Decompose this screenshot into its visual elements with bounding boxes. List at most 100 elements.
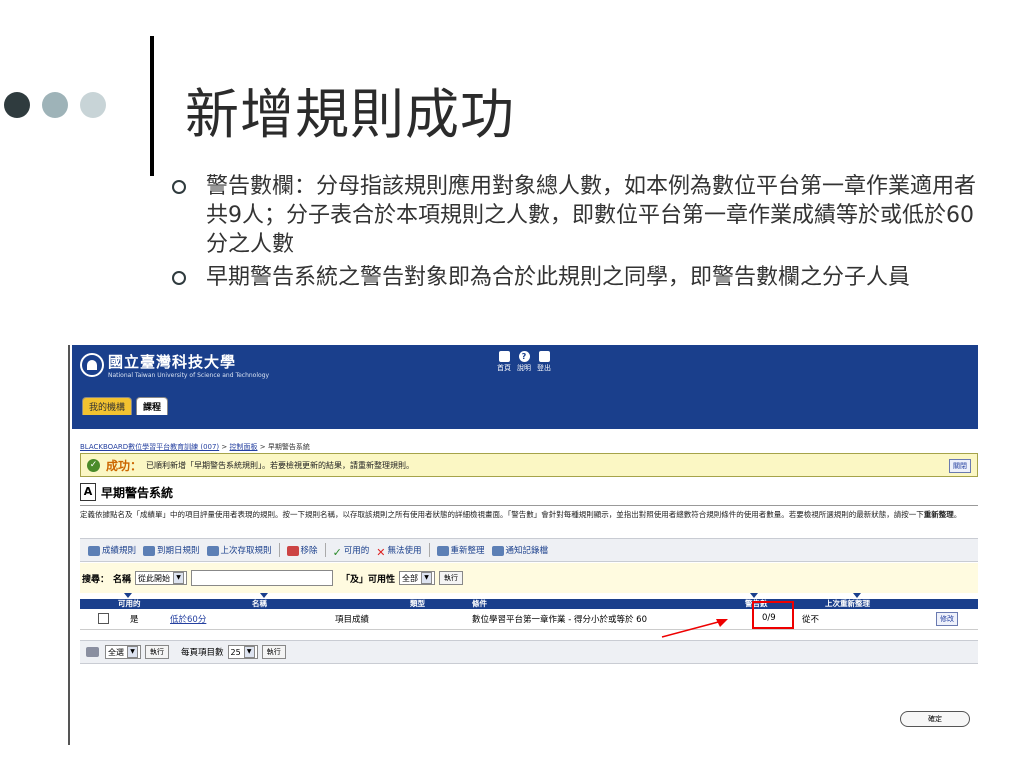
tab-courses[interactable]: 課程 xyxy=(136,397,169,415)
dot-light xyxy=(80,92,106,118)
cell-last-refresh: 從不 xyxy=(802,615,820,625)
dot-dark xyxy=(4,92,30,118)
col-last-refresh[interactable]: 上次重新整理 xyxy=(825,599,870,609)
breadcrumb: BLACKBOARD數位學習平台教育訓練 (007) > 控制面板 > 早期警告… xyxy=(80,443,310,451)
search-go-button[interactable]: 執行 xyxy=(439,571,464,585)
blackboard-screenshot: 國立臺灣科技大學 National Taiwan University of S… xyxy=(68,345,980,745)
grade-rule-button[interactable]: 成績規則 xyxy=(88,544,136,556)
red-arrow-icon xyxy=(661,619,728,638)
col-name[interactable]: 名稱 xyxy=(252,599,267,609)
home-icon xyxy=(498,351,510,362)
search-input[interactable] xyxy=(191,570,334,586)
chevron-down-icon: ▼ xyxy=(127,646,138,658)
bullet-ring-icon xyxy=(172,271,186,285)
availability-select[interactable]: 全部 ▼ xyxy=(399,571,436,585)
grade-rule-icon xyxy=(88,545,100,556)
remove-button[interactable]: 移除 xyxy=(286,544,318,556)
slide-title: 新增規則成功 xyxy=(185,83,515,146)
bottom-toolbar: 全選 ▼ 執行 每頁項目數 25 ▼ 執行 xyxy=(80,640,978,664)
x-icon: ✕ xyxy=(376,545,386,559)
refresh-button[interactable]: 重新整理 xyxy=(436,544,485,556)
sort-arrow-icon xyxy=(124,593,132,598)
per-page-go-button[interactable]: 執行 xyxy=(261,645,286,659)
breadcrumb-current: 早期警告系統 xyxy=(267,443,310,451)
cell-condition: 數位學習平台第一章作業 - 得分小於或等於 60 xyxy=(472,615,647,625)
bullet-item: 早期警告系統之警告對象即為合於此規則之同學，即警告數欄之分子人員 xyxy=(172,263,992,292)
success-banner: ✓ 成功： 已順利新增「早期警告系統規則」。若要檢視更新的結果，請重新整理規則。… xyxy=(80,453,978,477)
logo-emblem-icon xyxy=(80,353,104,377)
cell-type: 項目成績 xyxy=(335,615,370,625)
select-all-dropdown[interactable]: 全選 ▼ xyxy=(105,645,141,659)
success-label: 成功： xyxy=(106,458,143,473)
bullet-item: 警告數欄：分母指該規則應用對象總人數，如本例為數位平台第一章作業適用者共9人；分… xyxy=(172,172,992,259)
success-message: 已順利新增「早期警告系統規則」。若要檢視更新的結果，請重新整理規則。 xyxy=(146,460,415,470)
nav-help[interactable]: ? 說明 xyxy=(517,351,531,373)
toolbar-separator xyxy=(428,543,430,557)
due-date-rule-icon xyxy=(143,545,156,556)
search-operator-select[interactable]: 從此開始 ▼ xyxy=(135,571,188,585)
action-toolbar: 成績規則 到期日規則 上次存取規則 移除 ✓ 可用的 ✕ 無法使用 重新整理 通知記… xyxy=(80,538,978,562)
divider xyxy=(80,505,978,506)
col-available[interactable]: 可用的 xyxy=(118,599,141,609)
log-icon xyxy=(491,545,504,556)
nav-home[interactable]: 首頁 xyxy=(497,351,511,373)
checkmark-icon: ✓ xyxy=(332,545,342,559)
close-button[interactable]: 關閉 xyxy=(949,459,971,473)
decorative-dots xyxy=(4,92,106,118)
col-condition[interactable]: 條件 xyxy=(472,599,487,609)
edit-button[interactable]: 修改 xyxy=(936,612,958,626)
breadcrumb-control-panel[interactable]: 控制面板 xyxy=(230,443,258,451)
logo-english: National Taiwan University of Science an… xyxy=(108,372,270,379)
cell-available: 是 xyxy=(130,615,139,625)
chevron-down-icon: ▼ xyxy=(421,572,433,584)
toolbar-separator xyxy=(278,543,280,557)
select-arrow-icon xyxy=(86,647,99,657)
unavailable-button[interactable]: ✕ 無法使用 xyxy=(376,544,421,559)
col-type[interactable]: 類型 xyxy=(410,599,425,609)
available-button[interactable]: ✓ 可用的 xyxy=(332,544,370,559)
toolbar-separator xyxy=(324,543,326,557)
rules-table: 可用的 名稱 類型 條件 警告數 上次重新整理 是 低於60分 項目成績 數位學… xyxy=(80,593,978,630)
nav-logout[interactable]: 登出 xyxy=(537,351,551,373)
bulk-go-button[interactable]: 執行 xyxy=(145,645,169,659)
per-page-label: 每頁項目數 xyxy=(181,648,224,658)
dot-mid xyxy=(42,92,68,118)
due-date-rule-button[interactable]: 到期日規則 xyxy=(143,544,200,556)
app-header: 國立臺灣科技大學 National Taiwan University of S… xyxy=(72,345,978,415)
per-page-select[interactable]: 25 ▼ xyxy=(227,645,258,659)
search-field-label: 名稱 xyxy=(113,574,132,585)
refresh-icon xyxy=(436,545,449,556)
row-checkbox[interactable] xyxy=(98,613,109,624)
search-bar: 搜尋： 名稱 從此開始 ▼ 「及」可用性 全部 ▼ 執行 xyxy=(80,563,978,593)
page-title: A 早期警告系統 xyxy=(80,483,173,501)
remove-icon xyxy=(286,545,299,556)
availability-label: 「及」可用性 xyxy=(341,574,396,585)
sort-arrow-icon xyxy=(750,593,758,598)
rule-name-link[interactable]: 低於60分 xyxy=(170,615,206,625)
sort-arrow-icon xyxy=(853,593,861,598)
tab-bar: 我的機構 課程 xyxy=(82,397,169,415)
sort-arrow-icon xyxy=(260,593,268,598)
early-warning-icon: A xyxy=(80,483,96,501)
logo-chinese: 國立臺灣科技大學 xyxy=(108,353,237,371)
slide-bullets: 警告數欄：分母指該規則應用對象總人數，如本例為數位平台第一章作業適用者共9人；分… xyxy=(172,172,992,296)
breadcrumb-course[interactable]: BLACKBOARD數位學習平台教育訓練 (007) xyxy=(80,443,219,451)
last-access-rule-icon xyxy=(206,545,219,556)
header-band xyxy=(72,415,978,429)
last-access-rule-button[interactable]: 上次存取規則 xyxy=(206,544,272,556)
check-icon: ✓ xyxy=(87,458,100,472)
confirm-button[interactable]: 確定 xyxy=(900,711,970,727)
chevron-down-icon: ▼ xyxy=(243,646,255,658)
notification-log-button[interactable]: 通知記錄檔 xyxy=(491,544,548,556)
tab-my-institution[interactable]: 我的機構 xyxy=(82,397,133,415)
top-nav: 首頁 ? 說明 登出 xyxy=(497,351,551,373)
search-label: 搜尋： xyxy=(82,574,110,585)
table-row: 是 低於60分 項目成績 數位學習平台第一章作業 - 得分小於或等於 60 0/… xyxy=(80,601,978,630)
university-logo[interactable]: 國立臺灣科技大學 National Taiwan University of S… xyxy=(80,351,269,379)
page-description: 定義依據點名及「成績單」中的項目評量使用者表現的規則。按一下規則名稱，以存取該規… xyxy=(80,510,962,519)
help-icon: ? xyxy=(518,351,530,362)
logout-icon xyxy=(538,351,550,362)
title-divider xyxy=(150,36,154,176)
warning-count-highlight xyxy=(752,601,794,629)
bullet-ring-icon xyxy=(172,180,186,194)
